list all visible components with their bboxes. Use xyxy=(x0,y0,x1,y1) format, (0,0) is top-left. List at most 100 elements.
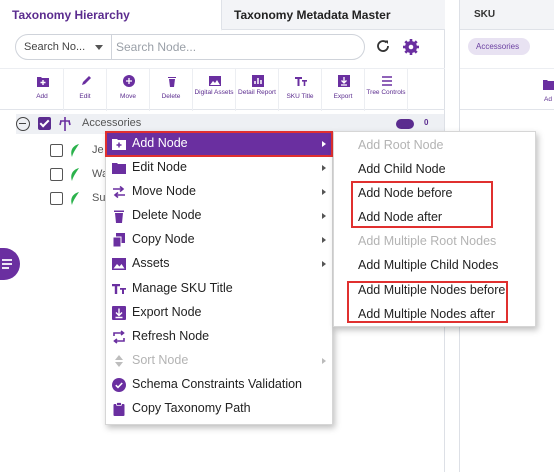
delete-button[interactable]: Delete xyxy=(150,69,193,111)
menu-item-delete-node[interactable]: Delete Node xyxy=(106,204,332,228)
tree-list-icon xyxy=(382,76,392,86)
digital-assets-button[interactable]: Digital Assets xyxy=(193,69,236,111)
add-label: Add xyxy=(36,93,48,100)
menu-item-copy-taxonomy-path[interactable]: Copy Taxonomy Path xyxy=(106,397,332,421)
move-icon xyxy=(123,75,135,87)
detail-report-button[interactable]: Detail Report xyxy=(236,69,279,111)
status-badge xyxy=(396,119,414,129)
leaf-icon xyxy=(71,144,79,157)
add-folder-icon[interactable] xyxy=(543,78,554,90)
submenu-item-label: Add Multiple Root Nodes xyxy=(358,234,497,248)
search-input[interactable] xyxy=(116,38,356,56)
detail-report-label: Detail Report xyxy=(238,89,276,96)
submenu-item-label: Add Multiple Nodes after xyxy=(358,307,495,321)
node-label: Su xyxy=(92,192,106,204)
submenu-item-add-multiple-nodes-after[interactable]: Add Multiple Nodes after xyxy=(334,302,535,326)
submenu-item-label: Add Multiple Nodes before xyxy=(358,283,506,297)
menu-item-copy-node[interactable]: Copy Node xyxy=(106,228,332,252)
export-button[interactable]: Export xyxy=(322,69,365,111)
menu-item-export-node[interactable]: Export Node xyxy=(106,301,332,325)
chevron-right-icon xyxy=(322,213,326,219)
tree-controls-button[interactable]: Tree Controls xyxy=(365,69,408,111)
trash-icon xyxy=(114,210,124,223)
pin-icon xyxy=(2,259,12,269)
submenu-item-add-child-node[interactable]: Add Child Node xyxy=(334,157,535,181)
menu-item-schema-constraints-validation[interactable]: Schema Constraints Validation xyxy=(106,373,332,397)
chevron-right-icon xyxy=(322,165,326,171)
chevron-right-icon xyxy=(322,261,326,267)
copy-icon xyxy=(112,233,125,247)
sort-icon xyxy=(115,355,123,367)
add-node-submenu: Add Root Node Add Child Node Add Node be… xyxy=(333,131,536,327)
export-icon xyxy=(338,75,350,87)
menu-item-sort-node[interactable]: Sort Node xyxy=(106,349,332,373)
menu-item-label: Export Node xyxy=(132,305,202,319)
sku-title-label: SKU Title xyxy=(286,93,314,100)
side-panel-toggle[interactable] xyxy=(0,248,20,280)
chevron-right-icon xyxy=(322,189,326,195)
node-label: Je xyxy=(92,144,104,156)
menu-item-label: Manage SKU Title xyxy=(132,281,233,295)
menu-item-refresh-node[interactable]: Refresh Node xyxy=(106,325,332,349)
tree-child-row[interactable]: Je xyxy=(50,142,110,162)
move-button[interactable]: Move xyxy=(107,69,150,111)
submenu-item-label: Add Node after xyxy=(358,210,443,224)
sku-toolbar: Ad xyxy=(460,68,554,110)
sku-title-button[interactable]: SKU Title xyxy=(279,69,322,111)
menu-item-label: Assets xyxy=(132,256,170,270)
chevron-right-icon xyxy=(322,141,326,147)
tree-child-row[interactable]: Wa xyxy=(50,166,110,186)
menu-item-manage-sku-title[interactable]: Manage SKU Title xyxy=(106,277,332,301)
menu-item-label: Schema Constraints Validation xyxy=(132,377,302,391)
submenu-item-label: Add Node before xyxy=(358,186,453,200)
submenu-item-add-multiple-root-nodes[interactable]: Add Multiple Root Nodes xyxy=(334,229,535,253)
gear-icon[interactable] xyxy=(402,38,420,56)
node-checkbox[interactable] xyxy=(50,192,63,205)
edit-button[interactable]: Edit xyxy=(64,69,107,111)
edit-label: Edit xyxy=(79,93,91,100)
menu-item-label: Add Node xyxy=(132,136,188,150)
submenu-item-add-node-before[interactable]: Add Node before xyxy=(334,181,535,205)
node-checkbox[interactable] xyxy=(50,168,63,181)
submenu-item-add-root-node[interactable]: Add Root Node xyxy=(334,133,535,157)
image-icon xyxy=(209,76,221,86)
hierarchy-node-icon xyxy=(59,117,71,131)
chevron-right-icon xyxy=(322,237,326,243)
tree-child-row[interactable]: Su xyxy=(50,190,110,210)
add-button[interactable]: Add xyxy=(21,69,64,111)
collapse-icon[interactable] xyxy=(16,117,30,131)
leaf-icon xyxy=(71,192,79,205)
add-node-icon xyxy=(112,139,126,150)
refresh-icon[interactable] xyxy=(375,38,391,54)
search-filter-label: Search No... xyxy=(24,41,86,53)
menu-item-label: Copy Taxonomy Path xyxy=(132,401,251,415)
menu-item-add-node[interactable]: Add Node xyxy=(106,132,332,156)
submenu-item-label: Add Root Node xyxy=(358,138,444,152)
tree-controls-label: Tree Controls xyxy=(366,89,406,96)
menu-item-assets[interactable]: Assets xyxy=(106,252,332,276)
submenu-item-add-multiple-nodes-before[interactable]: Add Multiple Nodes before xyxy=(334,278,535,302)
leaf-icon xyxy=(71,168,79,181)
category-chip[interactable]: Accessories xyxy=(468,38,530,55)
node-count: 0 xyxy=(424,118,429,127)
export-label: Export xyxy=(333,93,353,100)
move-arrows-icon xyxy=(113,185,125,199)
root-checkbox[interactable] xyxy=(38,117,51,130)
tab-taxonomy-hierarchy[interactable]: Taxonomy Hierarchy xyxy=(0,0,222,31)
search-filter-dropdown[interactable]: Search No... xyxy=(16,35,112,59)
tab-sku[interactable]: SKU xyxy=(460,0,554,30)
submenu-item-label: Add Multiple Child Nodes xyxy=(358,258,499,272)
bar-chart-icon xyxy=(252,75,264,87)
menu-item-label: Sort Node xyxy=(132,353,189,367)
node-checkbox[interactable] xyxy=(50,144,63,157)
text-title-icon xyxy=(112,284,126,294)
menu-item-label: Copy Node xyxy=(132,232,195,246)
submenu-item-label: Add Child Node xyxy=(358,162,446,176)
menu-item-label: Delete Node xyxy=(132,208,202,222)
menu-item-move-node[interactable]: Move Node xyxy=(106,180,332,204)
menu-item-edit-node[interactable]: Edit Node xyxy=(106,156,332,180)
submenu-item-add-multiple-child-nodes[interactable]: Add Multiple Child Nodes xyxy=(334,253,535,277)
tab-taxonomy-metadata-master[interactable]: Taxonomy Metadata Master xyxy=(222,0,445,30)
menu-item-label: Edit Node xyxy=(132,160,187,174)
submenu-item-add-node-after[interactable]: Add Node after xyxy=(334,205,535,229)
